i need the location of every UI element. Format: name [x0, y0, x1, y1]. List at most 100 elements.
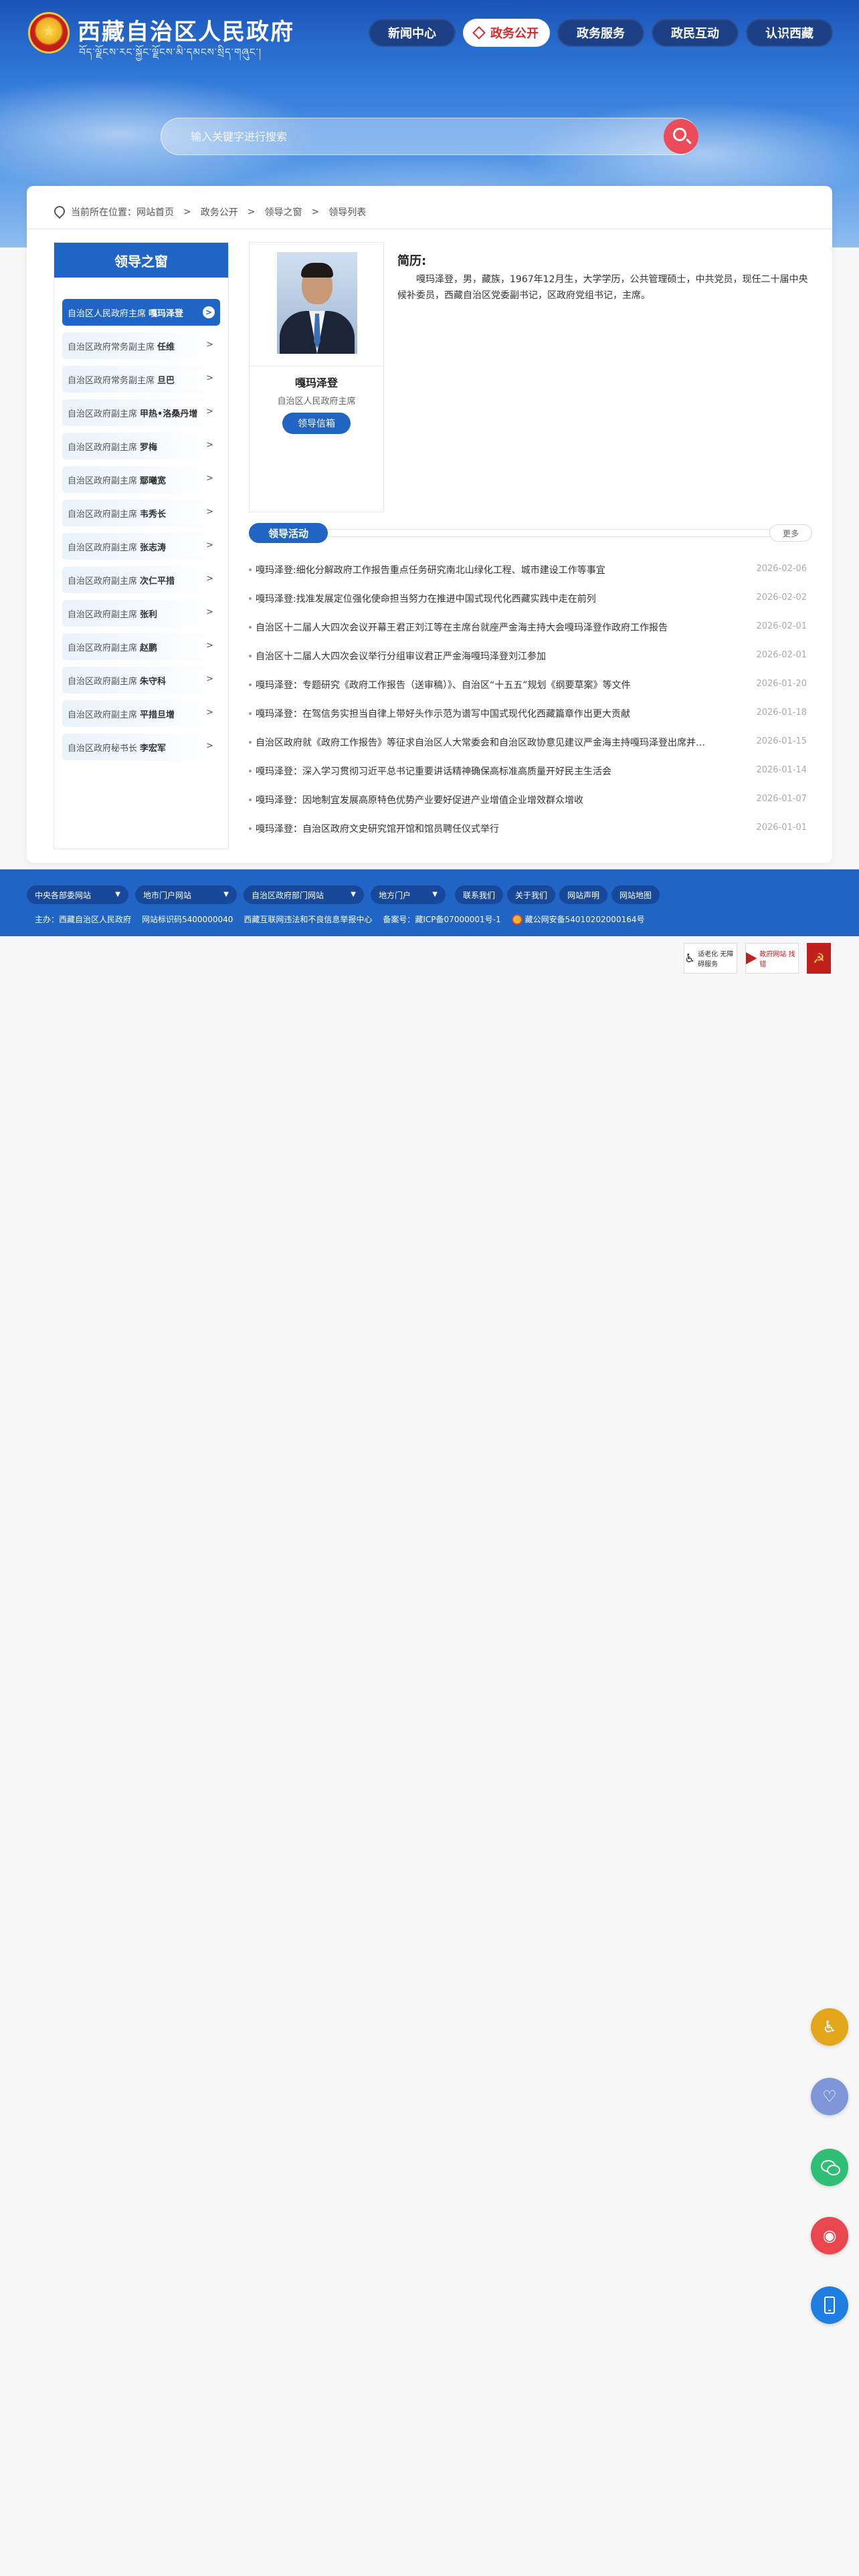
accessibility-badge[interactable]: ♿ 适老化 无障碍服务 [684, 943, 737, 974]
top-bar: 西藏自治区人民政府 བོད་ལྗོངས་རང་སྐྱོང་ལྗོངས་མི་དམ… [0, 0, 859, 67]
list-item[interactable]: 嘎玛泽登：专题研究《政府工作报告（送审稿）》、自治区“十五五”规划《纲要草案》等… [249, 670, 812, 699]
nav-government-affairs[interactable]: 政务公开 [463, 19, 550, 47]
sidebar-item-leader[interactable]: 自治区政府副主席 罗梅 > [62, 433, 220, 459]
about-us-link[interactable]: 关于我们 [507, 885, 555, 904]
list-item[interactable]: 自治区十二届人大四次会议开幕王君正刘江等在主席台就座严金海主持大会嘎玛泽登作政府… [249, 613, 812, 641]
list-item[interactable]: 嘎玛泽登：在驾信务实担当自律上带好头作示范为谱写中国式现代化西藏篇章作出更大贡献… [249, 699, 812, 728]
leader-profile-card: 嘎玛泽登 自治区人民政府主席 领导信箱 [249, 242, 384, 512]
favorite-button[interactable]: ♡ [811, 2078, 848, 2115]
list-item[interactable]: 嘎玛泽登：自治区政府文史研究馆开馆和馆员聘任仪式举行 2026-01-01 [249, 814, 812, 843]
list-item[interactable]: 嘎玛泽登:找准发展定位强化使命担当努力在推进中国式现代化西藏实践中走在前列 202… [249, 584, 812, 613]
bio-heading: 简历: [397, 254, 427, 268]
more-button[interactable]: 更多 [769, 524, 812, 542]
local-portals-select[interactable]: 地方门户 ▼ [371, 885, 446, 904]
accessibility-icon: ♿ [684, 951, 696, 966]
chevron-down-icon: ▼ [223, 891, 229, 898]
chevron-down-icon: ▼ [115, 891, 120, 898]
arrow-right-icon: > [206, 708, 213, 718]
chevron-down-icon: ▼ [432, 891, 438, 898]
sidebar-item-leader[interactable]: 自治区政府秘书长 李宏军 > [62, 734, 220, 760]
site-map-link[interactable]: 网站地图 [611, 885, 660, 904]
national-emblem-icon [28, 12, 70, 53]
phone-icon [824, 2296, 835, 2314]
report-center-link[interactable]: 西藏互联网违法和不良信息举报中心 [244, 914, 372, 925]
arrow-right-icon: > [206, 741, 213, 751]
leader-list: 自治区人民政府主席 嘎玛泽登 > 自治区政府常务副主席 任维 > 自治区政府常务副主席旦… [62, 299, 220, 767]
breadcrumb-prefix: 当前所在位置： [71, 207, 136, 218]
sidebar-item-leader[interactable]: 自治区政府副主席 韦秀长 > [62, 500, 220, 526]
chevron-down-icon: ▼ [351, 891, 356, 898]
nav-government-services[interactable]: 政务服务 [557, 19, 644, 47]
city-portals-select[interactable]: 地市门户网站 ▼ [135, 885, 237, 904]
central-ministries-select[interactable]: 中央各部委网站 ▼ [27, 885, 128, 904]
breadcrumb-home[interactable]: 网站首页 [136, 205, 174, 219]
sidebar-item-leader[interactable]: 自治区政府副主席 张志涛 > [62, 533, 220, 560]
list-item[interactable]: 自治区十二届人大四次会议举行分组审议君正严金海嘎玛泽登刘江参加 2026-02-0… [249, 641, 812, 670]
leader-sidebar: 领导之窗 自治区人民政府主席 嘎玛泽登 > 自治区政府常务副主席 任维 > 自治区政府常… [54, 242, 229, 849]
search-icon [673, 128, 686, 141]
breadcrumb-leader-list: 领导列表 [328, 207, 367, 218]
footer-info: 主办：西藏自治区人民政府 网站标识码5400000040 西藏互联网违法和不良信… [35, 914, 655, 925]
arrow-right-icon: > [203, 306, 215, 318]
flag-icon [746, 952, 757, 964]
sidebar-item-leader[interactable]: 自治区政府副主席 鄢曦宽 > [62, 466, 220, 493]
leader-mailbox-button[interactable]: 领导信箱 [282, 413, 351, 434]
mobile-button[interactable] [811, 2286, 848, 2324]
sidebar-item-leader[interactable]: 自治区政府副主席 赵鹏 > [62, 633, 220, 660]
list-item[interactable]: 嘎玛泽登:细化分解政府工作报告重点任务研究南北山绿化工程、城市建设工作等事宜 20… [249, 555, 812, 584]
nav-about-tibet[interactable]: 认识西藏 [746, 19, 833, 47]
diamond-icon [472, 26, 486, 39]
sidebar-item-leader[interactable]: 自治区政府副主席 朱守科 > [62, 667, 220, 693]
icp-record-link[interactable]: 备案号：藏ICP备07000001号-1 [383, 914, 500, 925]
arrow-right-icon: > [206, 440, 213, 450]
search-button[interactable] [664, 119, 698, 154]
breadcrumb-separator: > [183, 207, 191, 217]
police-record-link[interactable]: 藏公网安备54010202000164号 [525, 914, 645, 925]
list-item[interactable]: 自治区政府就《政府工作报告》等征求自治区人大常委会和自治区政协意见建议严金海主持… [249, 728, 812, 756]
site-id-text: 网站标识码5400000040 [142, 915, 233, 924]
sidebar-item-leader[interactable]: 自治区政府副主席 甲热•洛桑丹增 > [62, 399, 220, 426]
contact-us-link[interactable]: 联系我们 [455, 885, 503, 904]
wechat-button[interactable] [811, 2149, 848, 2186]
arrow-right-icon: > [206, 407, 213, 417]
sidebar-item-leader[interactable]: 自治区政府常务副主席 旦巴 > [62, 366, 220, 393]
breadcrumb-gov-affairs[interactable]: 政务公开 [201, 205, 238, 219]
party-emblem-icon: ☭ [813, 950, 825, 966]
accessibility-button[interactable]: ♿ [811, 2008, 848, 2046]
arrow-right-icon: > [206, 373, 213, 383]
site-subtitle-tibetan: བོད་ལྗོངས་རང་སྐྱོང་ལྗོངས་མི་དམངས་སྲིད་གཞ… [79, 46, 262, 58]
party-organ-badge[interactable]: ☭ [807, 943, 831, 974]
sidebar-item-leader[interactable]: 自治区政府常务副主席 任维 > [62, 332, 220, 359]
breadcrumb: 当前所在位置： 网站首页 > 政务公开 > 领导之窗 > 领导列表 [54, 202, 366, 222]
gov-site-error-badge[interactable]: 政府网站 找错 [745, 943, 799, 974]
sidebar-item-leader[interactable]: 自治区政府副主席 次仁平措 > [62, 566, 220, 593]
tab-leader-activities[interactable]: 领导活动 [249, 523, 328, 543]
leader-title: 自治区人民政府主席 [277, 397, 356, 407]
sponsor-text: 主办：西藏自治区人民政府 [35, 915, 132, 924]
list-item[interactable]: 嘎玛泽登：深入学习贯彻习近平总书记重要讲话精神确保高标准高质量开好民主生活会 20… [249, 756, 812, 785]
activities-header: 领导活动 更多 [249, 523, 812, 543]
location-pin-icon [54, 206, 63, 218]
sidebar-item-leader[interactable]: 自治区人民政府主席 嘎玛泽登 > [62, 299, 220, 326]
site-statement-link[interactable]: 网站声明 [559, 885, 607, 904]
activities-list: 嘎玛泽登:细化分解政府工作报告重点任务研究南北山绿化工程、城市建设工作等事宜 20… [249, 555, 812, 843]
breadcrumb-separator: > [247, 207, 256, 217]
breadcrumb-leaders-window[interactable]: 领导之窗 [264, 205, 302, 219]
leader-photo [277, 252, 357, 354]
list-item[interactable]: 嘎玛泽登：因地制宜发展高原特色优势产业要好促进产业增值企业增效群众增收 2026-… [249, 785, 812, 814]
leader-name: 嘎玛泽登 [294, 377, 338, 389]
nav-interaction[interactable]: 政民互动 [652, 19, 739, 47]
arrow-right-icon: > [206, 507, 213, 517]
sidebar-item-leader[interactable]: 自治区政府副主席 张利 > [62, 600, 220, 627]
sidebar-title: 领导之窗 [54, 243, 228, 278]
accessibility-icon: ♿ [822, 2018, 837, 2036]
main-content-card: 当前所在位置： 网站首页 > 政务公开 > 领导之窗 > 领导列表 领导之窗 自… [27, 186, 832, 863]
bio-text: 嘎玛泽登，男，藏族，1967年12月生，大学学历，公共管理硕士，中共党员，现任二… [397, 274, 808, 301]
sidebar-item-leader[interactable]: 自治区政府副主席 平措旦增 > [62, 700, 220, 727]
weibo-icon: ◉ [822, 2226, 837, 2245]
weibo-button[interactable]: ◉ [811, 2217, 848, 2254]
region-departments-select[interactable]: 自治区政府部门网站 ▼ [244, 885, 364, 904]
nav-news-center[interactable]: 新闻中心 [369, 19, 456, 47]
arrow-right-icon: > [206, 340, 213, 350]
search-input[interactable] [161, 118, 698, 155]
